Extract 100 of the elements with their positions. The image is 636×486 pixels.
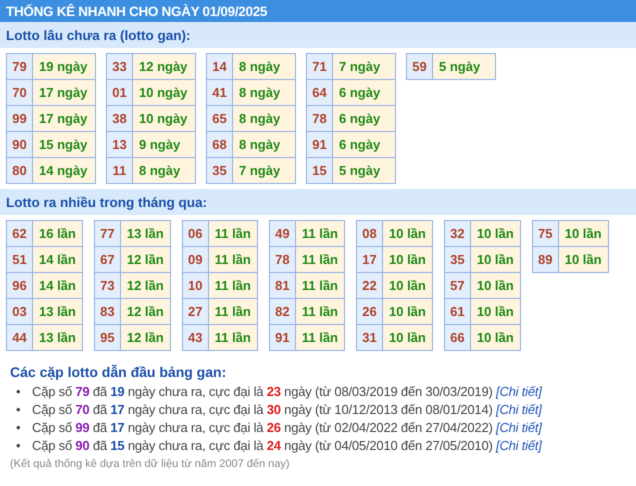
count-cell: 10 lần bbox=[558, 246, 608, 272]
lotto-number-cell: 82 bbox=[269, 298, 296, 324]
lotto-number-cell: 81 bbox=[269, 272, 296, 298]
count-cell: 5 ngày bbox=[432, 54, 496, 80]
lotto-number-cell: 11 bbox=[106, 158, 132, 184]
footnote: (Kết quả thống kê dựa trên dữ liệu từ năm 2007 đến nay) bbox=[10, 458, 291, 470]
count-cell: 15 ngày bbox=[32, 132, 96, 158]
count-cell: 11 lần bbox=[208, 272, 258, 298]
lotto-number-cell: 96 bbox=[6, 272, 32, 298]
count-cell: 10 lần bbox=[470, 272, 520, 298]
lotto-number-cell: 91 bbox=[306, 132, 332, 158]
lotto-number-cell: 10 bbox=[182, 272, 208, 298]
lotto-number-cell: 14 bbox=[206, 54, 232, 80]
lotto-number-cell: 65 bbox=[206, 106, 232, 132]
bullet: • bbox=[16, 401, 22, 419]
lotto-number-cell: 51 bbox=[6, 246, 32, 272]
lotto-number-cell: 79 bbox=[6, 54, 32, 80]
count-cell: 10 lần bbox=[382, 246, 432, 272]
count-cell: 11 lần bbox=[295, 246, 344, 272]
bullet: • bbox=[16, 383, 22, 401]
leader-sentence: Cặp số 79 đã 19 ngày chưa ra, cực đại là 23 ngày (từ 08/03/2019 đến 30/03/2019) [Chi tiết] bbox=[32, 383, 542, 401]
lotto-number-cell: 09 bbox=[182, 246, 208, 272]
count-cell: 14 lần bbox=[32, 246, 82, 272]
count-cell: 17 ngày bbox=[32, 80, 96, 106]
lotto-number-cell: 78 bbox=[269, 246, 296, 272]
details-link[interactable]: [Chi tiết] bbox=[496, 438, 542, 453]
count-cell: 9 ngày bbox=[132, 132, 196, 158]
lotto-number-cell: 35 bbox=[444, 246, 470, 272]
lotto-number-cell: 22 bbox=[356, 272, 382, 298]
lotto-number-cell: 89 bbox=[532, 246, 558, 272]
count-cell: 10 lần bbox=[470, 246, 520, 272]
lotto-number-cell: 66 bbox=[444, 324, 470, 350]
lotto-number-cell: 27 bbox=[182, 298, 208, 324]
count-cell: 10 lần bbox=[470, 324, 520, 350]
count-cell: 19 ngày bbox=[32, 54, 96, 80]
count-cell: 12 lần bbox=[120, 246, 170, 272]
count-cell: 11 lần bbox=[295, 220, 344, 246]
count-cell: 10 lần bbox=[382, 324, 432, 350]
lotto-number-cell: 15 bbox=[306, 158, 332, 184]
count-cell: 12 lần bbox=[120, 324, 170, 350]
lotto-number-cell: 95 bbox=[94, 324, 120, 350]
count-cell: 11 lần bbox=[208, 298, 258, 324]
count-cell: 8 ngày bbox=[232, 80, 296, 106]
lotto-number-cell: 90 bbox=[6, 132, 32, 158]
count-cell: 13 lần bbox=[120, 220, 170, 246]
count-cell: 11 lần bbox=[295, 324, 344, 350]
lotto-number-cell: 67 bbox=[94, 246, 120, 272]
lotto-number-cell: 99 bbox=[6, 106, 32, 132]
lotto-number-cell: 44 bbox=[6, 324, 32, 350]
lotto-number-cell: 01 bbox=[106, 80, 132, 106]
count-cell: 11 lần bbox=[295, 272, 344, 298]
count-cell: 12 lần bbox=[120, 272, 170, 298]
count-cell: 12 ngày bbox=[132, 54, 196, 80]
section-title: Lotto ra nhiều trong tháng qua: bbox=[6, 194, 207, 210]
count-cell: 14 lần bbox=[32, 272, 82, 298]
lotto-number-cell: 38 bbox=[106, 106, 132, 132]
count-cell: 13 lần bbox=[32, 324, 82, 350]
lotto-number-cell: 08 bbox=[356, 220, 382, 246]
lotto-number-cell: 80 bbox=[6, 158, 32, 184]
lotto-number-cell: 35 bbox=[206, 158, 232, 184]
count-cell: 5 ngày bbox=[332, 158, 396, 184]
count-cell: 11 lần bbox=[208, 246, 258, 272]
lotto-number-cell: 43 bbox=[182, 324, 208, 350]
lotto-number-cell: 03 bbox=[6, 298, 32, 324]
details-link[interactable]: [Chi tiết] bbox=[496, 384, 542, 399]
lotto-number-cell: 33 bbox=[106, 54, 132, 80]
lotto-number-cell: 57 bbox=[444, 272, 470, 298]
count-cell: 6 ngày bbox=[332, 132, 396, 158]
page-title: THỐNG KÊ NHANH CHO NGÀY 01/09/2025 bbox=[6, 4, 268, 18]
count-cell: 17 ngày bbox=[32, 106, 96, 132]
details-link[interactable]: [Chi tiết] bbox=[496, 402, 542, 417]
lotto-number-cell: 41 bbox=[206, 80, 232, 106]
count-cell: 8 ngày bbox=[132, 158, 196, 184]
count-cell: 8 ngày bbox=[232, 106, 296, 132]
lotto-number-cell: 70 bbox=[6, 80, 32, 106]
lotto-number-cell: 17 bbox=[356, 246, 382, 272]
count-cell: 10 lần bbox=[470, 298, 520, 324]
lotto-number-cell: 75 bbox=[532, 220, 558, 246]
count-cell: 12 lần bbox=[120, 298, 170, 324]
lotto-number-cell: 49 bbox=[269, 220, 296, 246]
lotto-number-cell: 06 bbox=[182, 220, 208, 246]
details-link[interactable]: [Chi tiết] bbox=[496, 420, 542, 435]
count-cell: 11 lần bbox=[208, 220, 258, 246]
leader-sentence: Cặp số 70 đã 17 ngày chưa ra, cực đại là 30 ngày (từ 10/12/2013 đến 08/01/2014) [Chi tiết] bbox=[32, 401, 542, 419]
lotto-number-cell: 73 bbox=[94, 272, 120, 298]
count-cell: 16 lần bbox=[32, 220, 82, 246]
lotto-number-cell: 68 bbox=[206, 132, 232, 158]
count-cell: 11 lần bbox=[295, 298, 344, 324]
lotto-number-cell: 77 bbox=[94, 220, 120, 246]
count-cell: 7 ngày bbox=[232, 158, 296, 184]
lotto-number-cell: 61 bbox=[444, 298, 470, 324]
count-cell: 14 ngày bbox=[32, 158, 96, 184]
section-title: Lotto lâu chưa ra (lotto gan): bbox=[6, 28, 191, 42]
count-cell: 10 lần bbox=[558, 220, 608, 246]
count-cell: 7 ngày bbox=[332, 54, 396, 80]
lotto-number-cell: 62 bbox=[6, 220, 32, 246]
bullet: • bbox=[16, 437, 22, 455]
count-cell: 10 ngày bbox=[132, 106, 196, 132]
count-cell: 6 ngày bbox=[332, 80, 396, 106]
lotto-number-cell: 13 bbox=[106, 132, 132, 158]
